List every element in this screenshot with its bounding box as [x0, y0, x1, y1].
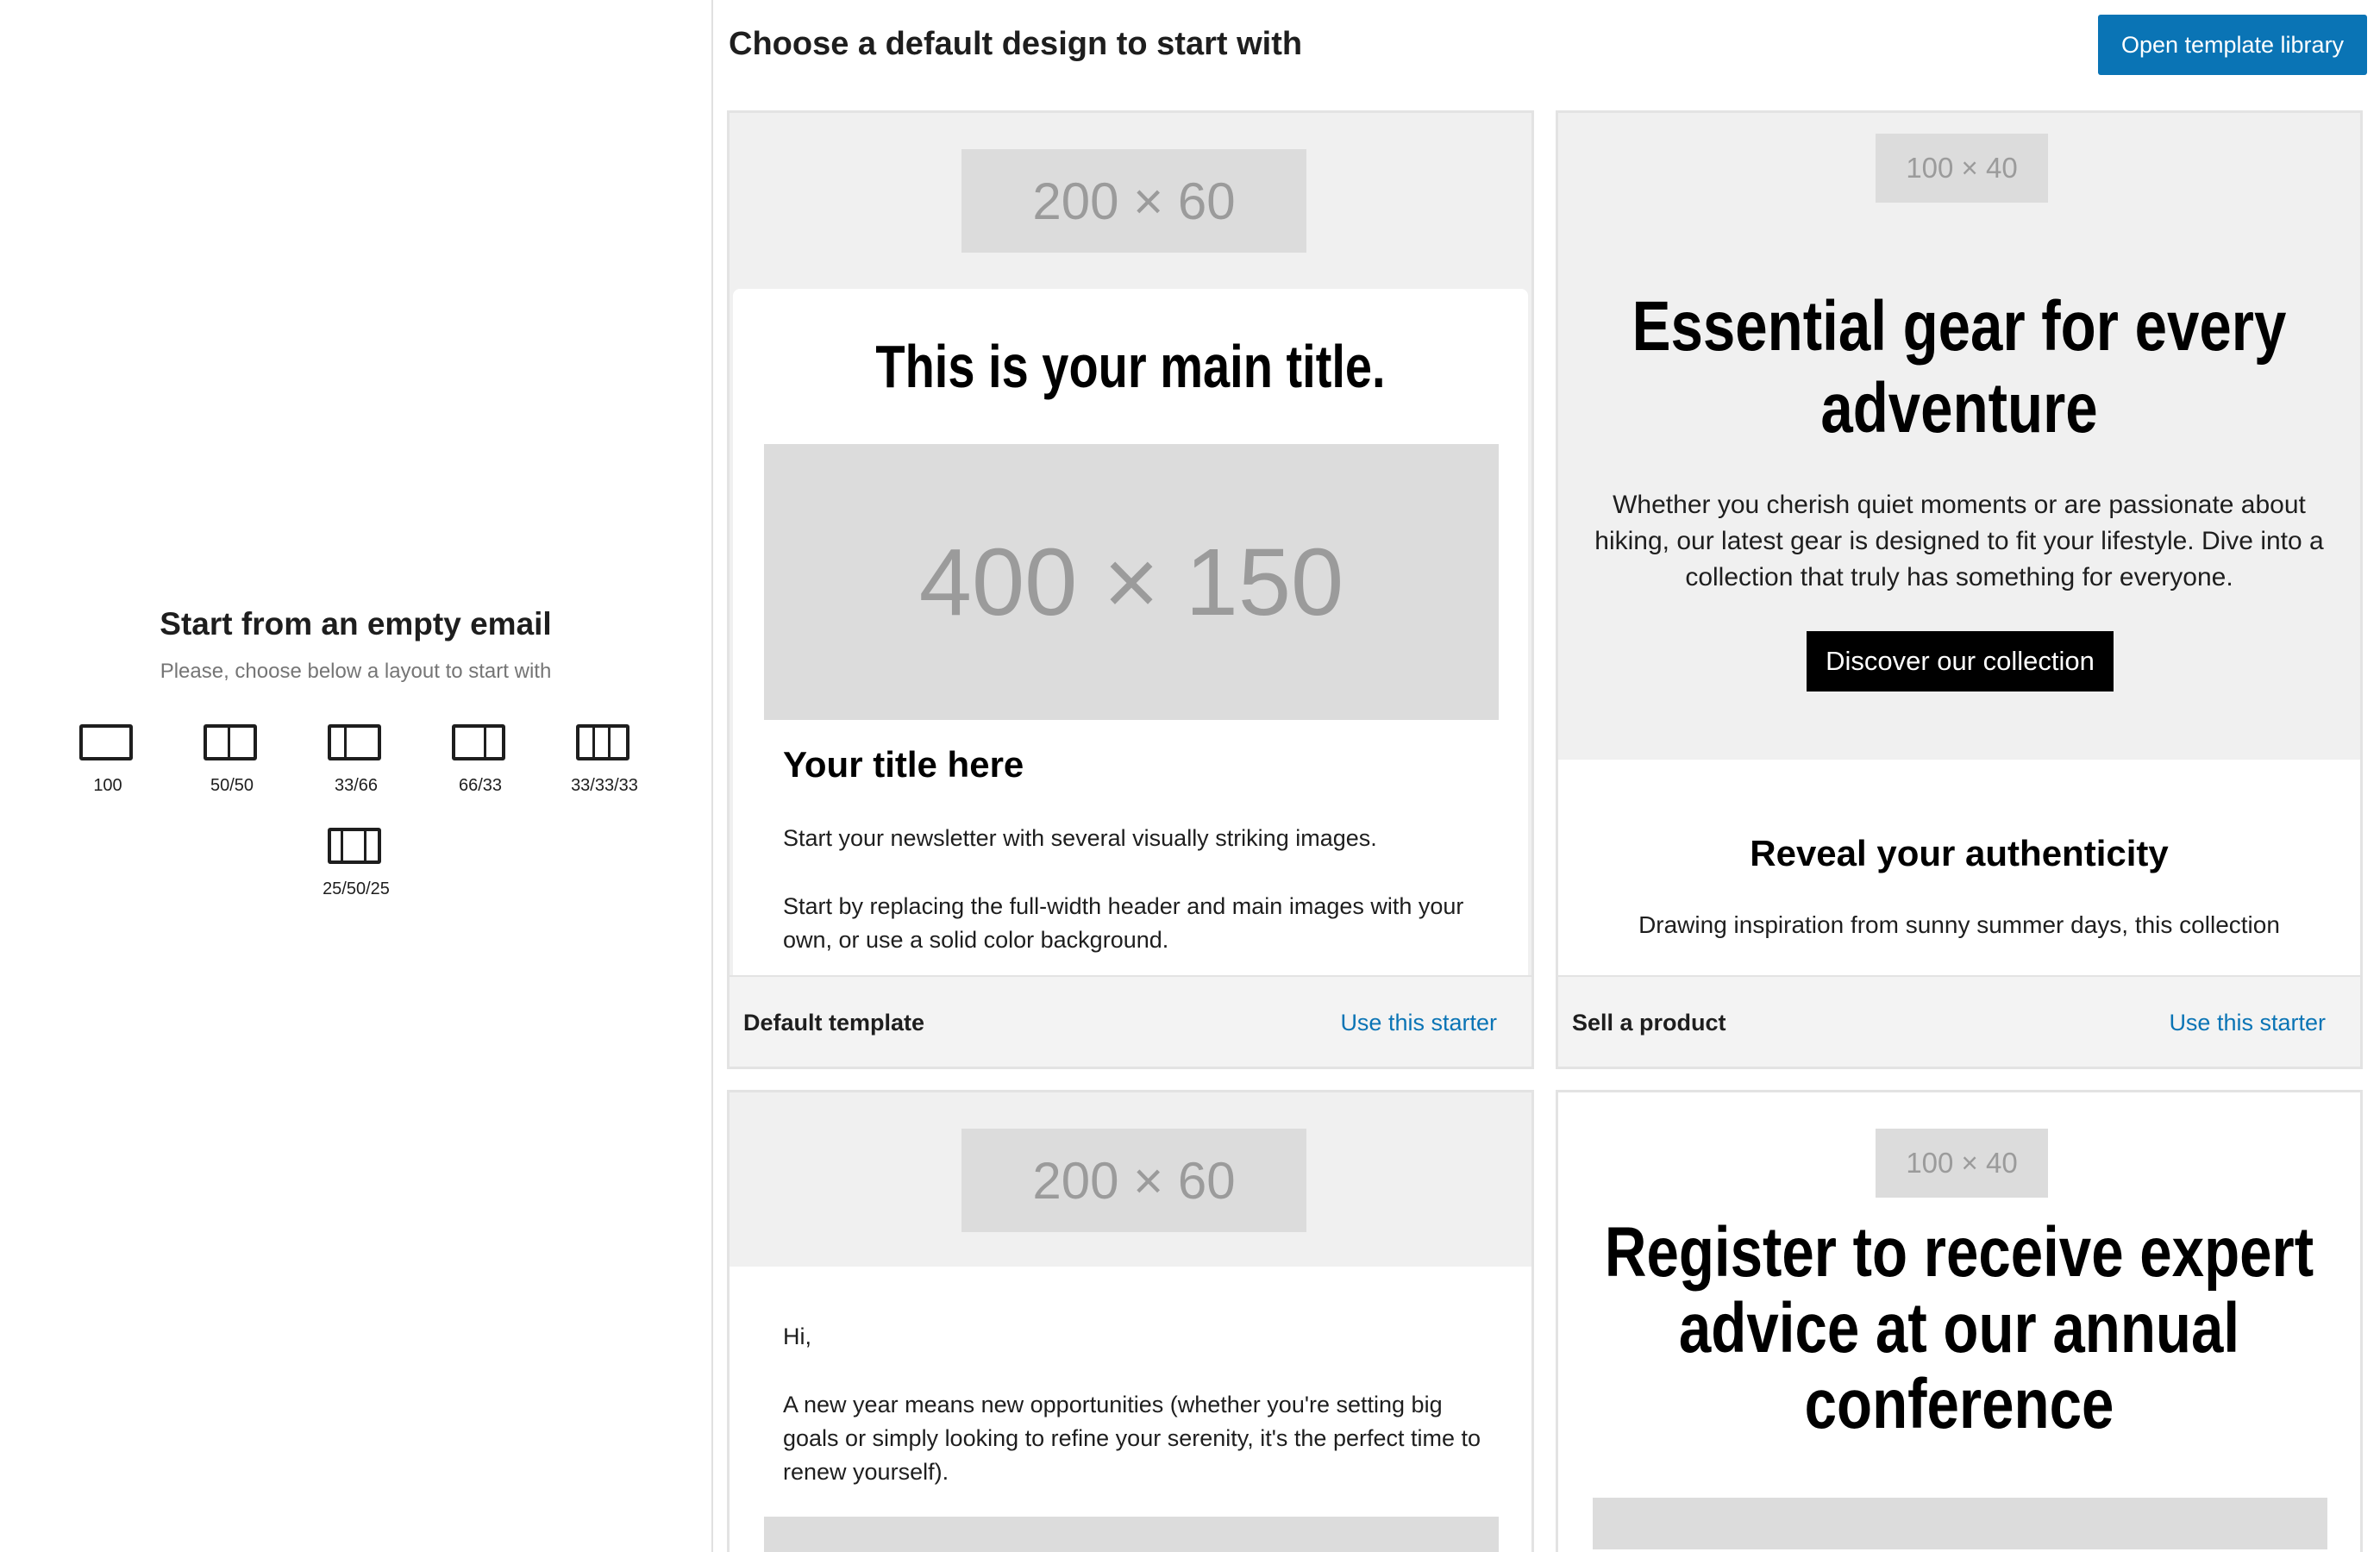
greeting-text: Hi,: [783, 1324, 811, 1349]
layout-option-33-66[interactable]: 33/66: [309, 716, 404, 810]
hero-placeholder-image: 400 × 150: [764, 444, 1499, 720]
template-preview[interactable]: 200 × 60 This is your main title. 400 × …: [730, 113, 1531, 975]
layout-25-50-25-icon: [328, 828, 381, 864]
template-card-sell-product[interactable]: 100 × 40 Essential gear for every advent…: [1556, 110, 2363, 1069]
intro-paragraph: Start your newsletter with several visua…: [783, 825, 1377, 851]
email-section: Reveal your authenticity Drawing inspira…: [1558, 760, 2360, 975]
layout-option-33-33-33[interactable]: 33/33/33: [557, 716, 652, 810]
empty-email-subtitle: Please, choose below a layout to start w…: [160, 660, 552, 683]
template-card-footer: Sell a product Use this starter: [1558, 975, 2360, 1067]
main-title: This is your main title.: [875, 333, 1386, 400]
intro-paragraph: A new year means new opportunities (whet…: [783, 1392, 1481, 1485]
layout-option-100[interactable]: 100: [60, 716, 155, 810]
template-card-event[interactable]: 100 × 40 Register to receive expert advi…: [1556, 1090, 2363, 1552]
open-template-library-button[interactable]: Open template library: [2098, 15, 2367, 75]
template-card-newsletter[interactable]: 200 × 60 Hi, A new year means new opport…: [727, 1090, 1534, 1552]
email-body: This is your main title. 400 × 150 Your …: [733, 289, 1528, 975]
logo-placeholder-image: 200 × 60: [961, 149, 1306, 253]
section-title: Reveal your authenticity: [1750, 833, 2169, 873]
layout-label: 33/33/33: [571, 776, 638, 795]
logo-placeholder-image: 100 × 40: [1876, 1129, 2048, 1198]
template-name: Sell a product: [1572, 1010, 1726, 1036]
image-placeholder: [1593, 1498, 2327, 1549]
discover-collection-button: Discover our collection: [1807, 631, 2114, 692]
main-title: Register to receive expert advice at our…: [1604, 1213, 2314, 1443]
template-gallery: Choose a default design to start with Op…: [713, 0, 2380, 1552]
layout-label: 66/33: [458, 776, 503, 795]
section-paragraph: Drawing inspiration from sunny summer da…: [1638, 911, 2280, 938]
layout-label: 50/50: [210, 776, 254, 795]
product-paragraph: Whether you cherish quiet moments or are…: [1594, 491, 2324, 591]
layout-100-icon: [79, 724, 133, 760]
template-card-default[interactable]: 200 × 60 This is your main title. 400 × …: [727, 110, 1534, 1069]
layout-50-50-icon: [204, 724, 257, 760]
layout-option-66-33[interactable]: 66/33: [433, 716, 528, 810]
logo-placeholder-image: 100 × 40: [1876, 134, 2048, 203]
layout-33-66-icon: [328, 724, 381, 760]
main-title: Essential gear for every adventure: [1632, 287, 2287, 447]
logo-placeholder-image: 200 × 60: [961, 1129, 1306, 1232]
template-preview[interactable]: 100 × 40 Essential gear for every advent…: [1558, 113, 2360, 975]
empty-email-title: Start from an empty email: [160, 606, 552, 641]
use-this-starter-link[interactable]: Use this starter: [1340, 1010, 1497, 1036]
section-title: Your title here: [783, 744, 1024, 785]
empty-email-panel: Start from an empty email Please, choose…: [0, 0, 711, 1552]
template-preview[interactable]: 100 × 40 Register to receive expert advi…: [1558, 1092, 2360, 1552]
layout-option-50-50[interactable]: 50/50: [185, 716, 279, 810]
gallery-heading: Choose a default design to start with: [729, 26, 1303, 62]
layout-label: 33/66: [334, 776, 379, 795]
use-this-starter-link[interactable]: Use this starter: [2169, 1010, 2326, 1036]
body-paragraph: Start by replacing the full-width header…: [783, 893, 1464, 953]
layout-label: 25/50/25: [323, 879, 390, 898]
image-placeholder: [764, 1517, 1499, 1552]
layout-33-33-33-icon: [576, 724, 629, 760]
layout-option-25-50-25[interactable]: 25/50/25: [309, 819, 404, 914]
template-preview[interactable]: 200 × 60 Hi, A new year means new opport…: [730, 1092, 1531, 1552]
template-card-footer: Default template Use this starter: [730, 975, 1531, 1067]
template-name: Default template: [743, 1010, 925, 1036]
email-body: Hi, A new year means new opportunities (…: [730, 1267, 1531, 1552]
layout-label: 100: [93, 776, 122, 795]
layout-66-33-icon: [452, 724, 505, 760]
